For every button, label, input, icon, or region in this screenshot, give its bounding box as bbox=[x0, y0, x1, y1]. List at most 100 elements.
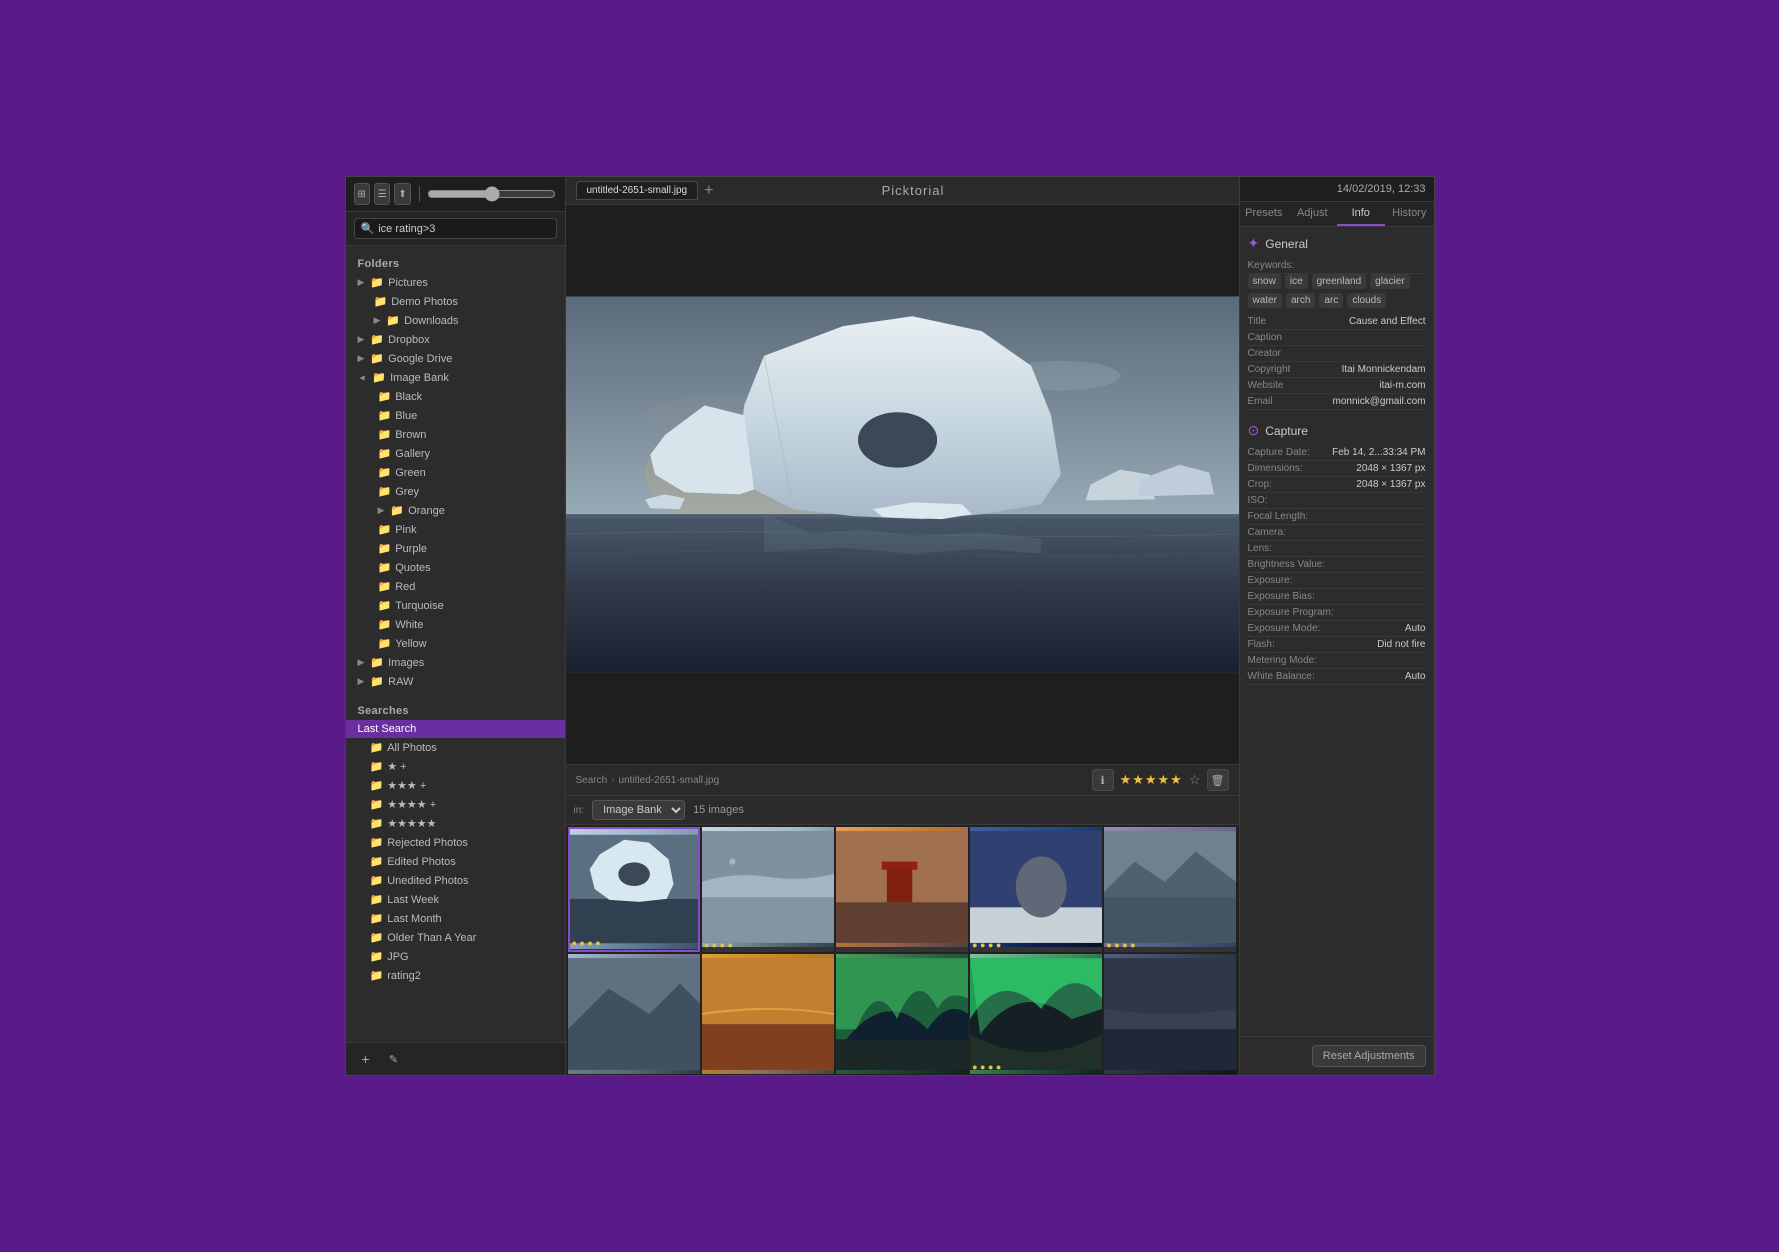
sidebar-item-rejected[interactable]: 📁 Rejected Photos bbox=[346, 833, 565, 852]
sidebar-item-pink[interactable]: 📁 Pink bbox=[346, 520, 565, 539]
sidebar-item-image-bank[interactable]: ▼ 📁 Image Bank bbox=[346, 368, 565, 387]
thumbnail-item[interactable]: ● ● ● ● bbox=[702, 827, 834, 952]
sidebar-item-blue[interactable]: 📁 Blue bbox=[346, 406, 565, 425]
sidebar-item-3star[interactable]: 📁 ★★★ + bbox=[346, 776, 565, 795]
sidebar-item-unedited[interactable]: 📁 Unedited Photos bbox=[346, 871, 565, 890]
copyright-value: Itai Monnickendam bbox=[1342, 364, 1426, 375]
folder-label: Brown bbox=[395, 429, 556, 441]
keywords-wrap: snow ice greenland glacier water arch ar… bbox=[1248, 274, 1426, 308]
folder-icon: 📁 bbox=[378, 485, 392, 498]
dimensions-value: 2048 × 1367 px bbox=[1356, 463, 1425, 474]
dimensions-row: Dimensions: 2048 × 1367 px bbox=[1248, 461, 1426, 477]
thumbnail-item[interactable] bbox=[702, 954, 834, 1075]
thumbnail-item[interactable] bbox=[1104, 954, 1236, 1075]
view-list-button[interactable]: ☰ bbox=[374, 183, 390, 205]
sidebar-item-2star[interactable]: 📁 ★ + bbox=[346, 757, 565, 776]
breadcrumb: Search › untitled-2651-small.jpg bbox=[576, 775, 720, 786]
folder-label: Turquoise bbox=[395, 600, 556, 612]
folder-select[interactable]: Image Bank bbox=[592, 800, 685, 820]
sidebar-item-edited[interactable]: 📁 Edited Photos bbox=[346, 852, 565, 871]
tab-adjust[interactable]: Adjust bbox=[1288, 202, 1337, 226]
tab-history[interactable]: History bbox=[1385, 202, 1434, 226]
thumbnail-item[interactable]: ● ● ● ● bbox=[970, 827, 1102, 952]
folder-icon: 📁 bbox=[378, 580, 392, 593]
zoom-slider[interactable] bbox=[427, 186, 556, 202]
tab-info[interactable]: Info bbox=[1337, 202, 1386, 226]
thumbnail-grid: ● ● ● ● ● ● ● ● bbox=[566, 825, 1239, 1075]
capture-date-label: Capture Date: bbox=[1248, 447, 1310, 458]
add-button[interactable]: + bbox=[356, 1049, 376, 1069]
sidebar-item-all-photos[interactable]: 📁 All Photos bbox=[346, 738, 565, 757]
search-input[interactable] bbox=[378, 223, 549, 235]
sidebar-item-last-month[interactable]: 📁 Last Month bbox=[346, 909, 565, 928]
sidebar-item-raw[interactable]: ▶ 📁 RAW bbox=[346, 672, 565, 691]
sidebar-item-black[interactable]: 📁 Black bbox=[346, 387, 565, 406]
folder-label: Black bbox=[395, 391, 556, 403]
sidebar-item-last-week[interactable]: 📁 Last Week bbox=[346, 890, 565, 909]
folder-icon: 📁 bbox=[372, 371, 386, 384]
sidebar-item-yellow[interactable]: 📁 Yellow bbox=[346, 634, 565, 653]
general-section-header: ✦ General bbox=[1248, 235, 1426, 252]
folder-icon: 📁 bbox=[370, 276, 384, 289]
tab-presets[interactable]: Presets bbox=[1240, 202, 1289, 226]
main-tab[interactable]: untitled-2651-small.jpg bbox=[576, 181, 699, 200]
sidebar-item-gallery[interactable]: 📁 Gallery bbox=[346, 444, 565, 463]
sidebar-item-pictures[interactable]: ▶ 📁 Pictures bbox=[346, 273, 565, 292]
folder-label: Purple bbox=[395, 543, 556, 555]
folder-label: Google Drive bbox=[388, 353, 556, 365]
add-tab-button[interactable]: + bbox=[700, 182, 717, 200]
sidebar-item-older-year[interactable]: 📁 Older Than A Year bbox=[346, 928, 565, 947]
folder-icon: 📁 bbox=[386, 314, 400, 327]
photo-rating[interactable]: ★★★★★ bbox=[1120, 772, 1183, 788]
view-grid-button[interactable]: ⊞ bbox=[354, 183, 370, 205]
folder-icon: 📁 bbox=[374, 295, 388, 308]
folder-icon: 📁 bbox=[378, 390, 392, 403]
thumbnail-item[interactable] bbox=[836, 827, 968, 952]
sidebar-toolbar: ⊞ ☰ ⬆ bbox=[346, 177, 565, 212]
thumb-rating: ● ● ● ● bbox=[972, 940, 1001, 950]
sidebar-item-quotes[interactable]: 📁 Quotes bbox=[346, 558, 565, 577]
thumbnail-item[interactable]: ● ● ● ● bbox=[568, 827, 700, 952]
sidebar-item-5star[interactable]: 📁 ★★★★★ bbox=[346, 814, 565, 833]
sidebar-item-demo-photos[interactable]: 📁 Demo Photos bbox=[346, 292, 565, 311]
search-icon: 🔍 bbox=[361, 222, 375, 235]
sidebar-item-orange[interactable]: ▶ 📁 Orange bbox=[346, 501, 565, 520]
sidebar-item-red[interactable]: 📁 Red bbox=[346, 577, 565, 596]
sidebar-item-images[interactable]: ▶ 📁 Images bbox=[346, 653, 565, 672]
sidebar-item-turquoise[interactable]: 📁 Turquoise bbox=[346, 596, 565, 615]
sidebar-item-downloads[interactable]: ▶ 📁 Downloads bbox=[346, 311, 565, 330]
capture-date-value: Feb 14, 2...33:34 PM bbox=[1332, 447, 1425, 458]
iso-label: ISO: bbox=[1248, 495, 1268, 506]
sidebar-item-brown[interactable]: 📁 Brown bbox=[346, 425, 565, 444]
website-row: Website itai-m.com bbox=[1248, 378, 1426, 394]
info-button[interactable]: ℹ bbox=[1092, 769, 1114, 791]
edit-button[interactable]: ✎ bbox=[384, 1049, 404, 1069]
sidebar-item-last-search[interactable]: Last Search bbox=[346, 720, 565, 738]
thumbnail-image bbox=[702, 954, 834, 1074]
folder-icon: 📁 bbox=[370, 779, 384, 792]
sidebar-item-grey[interactable]: 📁 Grey bbox=[346, 482, 565, 501]
sidebar-item-4star[interactable]: 📁 ★★★★ + bbox=[346, 795, 565, 814]
sidebar-item-purple[interactable]: 📁 Purple bbox=[346, 539, 565, 558]
sidebar-item-dropbox[interactable]: ▶ 📁 Dropbox bbox=[346, 330, 565, 349]
sidebar-item-rating2[interactable]: 📁 rating2 bbox=[346, 966, 565, 985]
sidebar-item-jpg[interactable]: 📁 JPG bbox=[346, 947, 565, 966]
sidebar-item-green[interactable]: 📁 Green bbox=[346, 463, 565, 482]
delete-button[interactable]: 🗑 bbox=[1207, 769, 1229, 791]
thumbnail-item[interactable]: ● ● ● ● bbox=[970, 954, 1102, 1075]
share-button[interactable]: ⬆ bbox=[394, 183, 410, 205]
folder-icon: 📁 bbox=[378, 466, 392, 479]
searches-section-header: Searches bbox=[346, 699, 565, 720]
folder-label: Yellow bbox=[395, 638, 556, 650]
breadcrumb-in: in: bbox=[574, 805, 585, 816]
metering-row: Metering Mode: bbox=[1248, 653, 1426, 669]
thumbnail-item[interactable] bbox=[836, 954, 968, 1075]
image-count: 15 images bbox=[693, 804, 744, 816]
sidebar-item-white[interactable]: 📁 White bbox=[346, 615, 565, 634]
exposure-label: Exposure: bbox=[1248, 575, 1293, 586]
thumbnail-image bbox=[702, 827, 834, 947]
reset-adjustments-button[interactable]: Reset Adjustments bbox=[1312, 1045, 1426, 1067]
thumbnail-item[interactable] bbox=[568, 954, 700, 1075]
sidebar-item-google-drive[interactable]: ▶ 📁 Google Drive bbox=[346, 349, 565, 368]
thumbnail-item[interactable]: ● ● ● ● bbox=[1104, 827, 1236, 952]
